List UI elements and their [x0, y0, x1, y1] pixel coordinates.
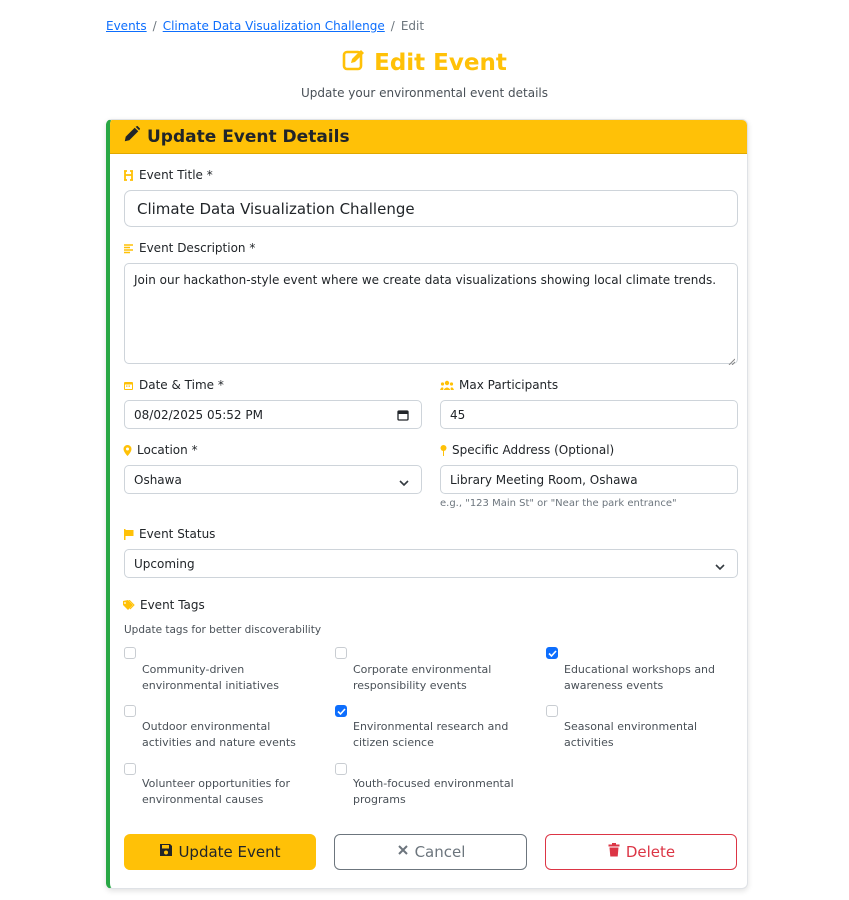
event-title-label: Event Title * — [123, 168, 213, 182]
event-description-text: Join our hackathon-style event where we … — [134, 273, 717, 287]
event-status-label: Event Status — [123, 527, 215, 541]
tag-label-research: Environmental research and citizen scien… — [353, 720, 509, 749]
datetime-label: Date & Time * — [123, 378, 224, 392]
heading-icon — [123, 169, 134, 181]
cancel-button[interactable]: Cancel — [334, 834, 527, 870]
flag-icon — [123, 528, 134, 540]
card-header: Update Event Details — [110, 120, 747, 154]
pin-icon — [440, 444, 447, 456]
update-event-button[interactable]: Update Event — [124, 834, 316, 870]
page-title-text: Edit Event — [374, 50, 507, 76]
check-icon — [337, 708, 346, 716]
close-icon — [396, 843, 410, 861]
location-label: Location * — [123, 443, 198, 457]
event-description-textarea[interactable]: Join our hackathon-style event where we … — [124, 263, 738, 366]
trash-icon — [607, 843, 621, 861]
breadcrumb-current: Edit — [400, 19, 425, 33]
page-subtitle: Update your environmental event details — [301, 86, 548, 100]
tag-checkbox-volunteer[interactable] — [124, 763, 136, 775]
breadcrumb: Events / Climate Data Visualization Chal… — [106, 19, 424, 33]
delete-button[interactable]: Delete — [545, 834, 737, 870]
page-title: Edit Event — [0, 48, 849, 78]
location-value: Oshawa — [134, 472, 182, 487]
cancel-label: Cancel — [414, 843, 466, 861]
location-select[interactable]: Oshawa — [124, 465, 422, 494]
chevron-down-icon — [715, 560, 725, 570]
edit-event-card: Update Event Details Event Title * Clima… — [106, 119, 748, 889]
tag-checkbox-youth[interactable] — [335, 763, 347, 775]
tag-label-youth: Youth-focused environmental programs — [353, 777, 514, 806]
tag-checkbox-seasonal[interactable] — [546, 705, 558, 717]
tag-label-seasonal: Seasonal environmental activities — [564, 720, 698, 749]
tag-checkbox-research[interactable] — [335, 705, 347, 717]
tag-label-educational: Educational workshops and awareness even… — [564, 663, 716, 692]
tag-checkbox-corporate[interactable] — [335, 647, 347, 659]
card-title: Update Event Details — [147, 126, 350, 147]
tag-checkbox-educational[interactable] — [546, 647, 558, 659]
event-description-label: Event Description * — [123, 241, 255, 255]
update-event-label: Update Event — [178, 843, 281, 861]
datetime-input[interactable]: 08/02/2025 05:52 PM — [124, 400, 422, 429]
tag-label-corporate: Corporate environmental responsibility e… — [353, 663, 492, 692]
calendar-picker-icon[interactable] — [397, 409, 409, 421]
breadcrumb-separator: / — [152, 19, 157, 33]
breadcrumb-events-link[interactable]: Events — [106, 19, 147, 33]
map-marker-icon — [123, 444, 132, 456]
tag-label-outdoor: Outdoor environmental activities and nat… — [142, 720, 296, 749]
event-title-input[interactable]: Climate Data Visualization Challenge — [124, 190, 738, 227]
breadcrumb-event-link[interactable]: Climate Data Visualization Challenge — [163, 19, 385, 33]
max-participants-label: Max Participants — [440, 378, 558, 392]
edit-square-icon — [342, 48, 366, 78]
datetime-value: 08/02/2025 05:52 PM — [134, 407, 263, 422]
tag-label-volunteer: Volunteer opportunities for environmenta… — [142, 777, 291, 806]
tag-checkbox-community[interactable] — [124, 647, 136, 659]
calendar-icon — [123, 380, 134, 391]
tags-icon — [123, 599, 135, 611]
chevron-down-icon — [399, 476, 409, 486]
pencil-icon — [123, 125, 141, 148]
breadcrumb-separator: / — [390, 19, 395, 33]
users-icon — [440, 380, 454, 391]
tag-checkbox-outdoor[interactable] — [124, 705, 136, 717]
address-label: Specific Address (Optional) — [440, 443, 614, 457]
tags-help-text: Update tags for better discoverability — [124, 624, 322, 636]
tag-label-community: Community-driven environmental initiativ… — [142, 663, 279, 692]
event-status-select[interactable]: Upcoming — [124, 549, 738, 578]
address-help-text: e.g., "123 Main St" or "Near the park en… — [440, 498, 677, 509]
max-participants-input[interactable]: 45 — [440, 400, 738, 429]
save-icon — [159, 843, 173, 861]
align-left-icon — [123, 243, 134, 254]
address-input[interactable]: Library Meeting Room, Oshawa — [440, 465, 738, 494]
resize-grip-icon[interactable] — [727, 353, 736, 366]
event-tags-label: Event Tags — [123, 598, 205, 612]
event-status-value: Upcoming — [134, 556, 195, 571]
delete-label: Delete — [625, 843, 676, 861]
check-icon — [548, 650, 557, 658]
